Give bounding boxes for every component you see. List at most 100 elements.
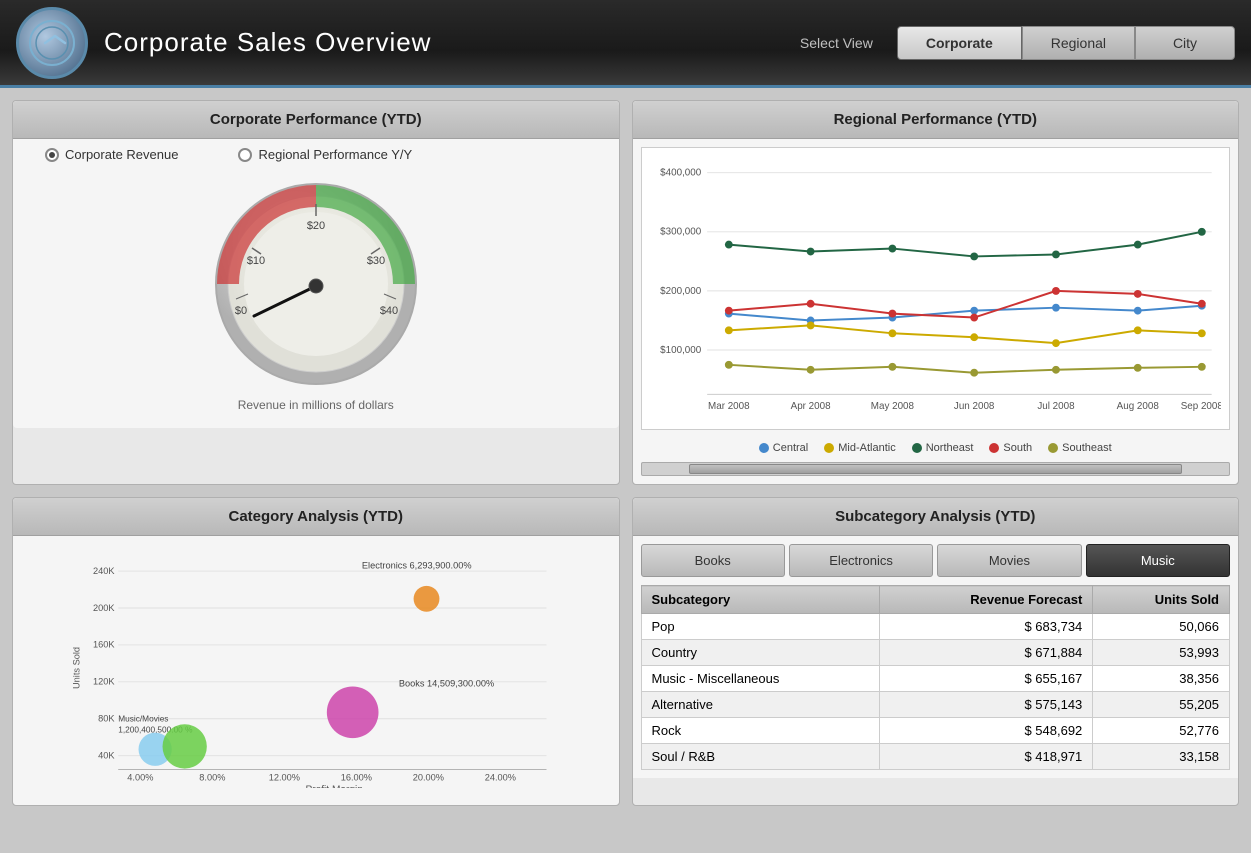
svg-text:$200,000: $200,000 xyxy=(660,286,702,297)
legend-southeast: Southeast xyxy=(1048,442,1112,454)
svg-text:May 2008: May 2008 xyxy=(870,401,914,412)
subcategory-analysis-title: Subcategory Analysis (YTD) xyxy=(633,498,1239,536)
tab-electronics[interactable]: Electronics xyxy=(789,544,933,577)
page-title: Corporate Sales Overview xyxy=(104,27,800,58)
table-row: Music - Miscellaneous$ 655,16738,356 xyxy=(641,666,1230,692)
corp-perf-panel: Corporate Performance (YTD) Corporate Re… xyxy=(12,100,620,485)
radio-corporate-revenue[interactable]: Corporate Revenue xyxy=(45,147,178,162)
svg-text:$0: $0 xyxy=(235,305,247,317)
svg-text:Profit Margin: Profit Margin xyxy=(305,785,362,788)
svg-text:80K: 80K xyxy=(98,714,115,724)
legend-dot-south xyxy=(989,443,999,453)
view-btn-city[interactable]: City xyxy=(1135,26,1235,60)
view-btn-regional[interactable]: Regional xyxy=(1022,26,1135,60)
cell-subcategory: Country xyxy=(641,640,880,666)
table-row: Pop$ 683,73450,066 xyxy=(641,614,1230,640)
cell-units: 38,356 xyxy=(1093,666,1230,692)
table-row: Rock$ 548,69252,776 xyxy=(641,718,1230,744)
legend-dot-southeast xyxy=(1048,443,1058,453)
cell-subcategory: Rock xyxy=(641,718,880,744)
svg-text:40K: 40K xyxy=(98,750,115,760)
legend-central: Central xyxy=(759,442,808,454)
category-analysis-title: Category Analysis (YTD) xyxy=(13,498,619,536)
svg-text:Mar 2008: Mar 2008 xyxy=(708,401,750,412)
svg-text:Apr 2008: Apr 2008 xyxy=(790,401,830,412)
col-revenue: Revenue Forecast xyxy=(880,586,1093,614)
view-btn-corporate[interactable]: Corporate xyxy=(897,26,1022,60)
gauge-svg: $20 $10 $30 $0 $40 xyxy=(206,174,426,394)
corp-perf-title: Corporate Performance (YTD) xyxy=(13,101,619,139)
corp-perf-body: Corporate Revenue Regional Performance Y… xyxy=(13,139,619,428)
cell-units: 55,205 xyxy=(1093,692,1230,718)
svg-text:$30: $30 xyxy=(367,255,385,267)
svg-text:4.00%: 4.00% xyxy=(127,773,153,783)
subcategory-analysis-panel: Subcategory Analysis (YTD) Books Electro… xyxy=(632,497,1240,806)
header: Corporate Sales Overview Select View Cor… xyxy=(0,0,1251,88)
cell-subcategory: Pop xyxy=(641,614,880,640)
scrollbar-thumb[interactable] xyxy=(689,464,1183,474)
cell-revenue: $ 683,734 xyxy=(880,614,1093,640)
subcat-table: Subcategory Revenue Forecast Units Sold … xyxy=(641,585,1231,770)
cell-subcategory: Music - Miscellaneous xyxy=(641,666,880,692)
svg-text:120K: 120K xyxy=(93,677,115,687)
svg-text:160K: 160K xyxy=(93,640,115,650)
cell-revenue: $ 418,971 xyxy=(880,744,1093,770)
svg-text:$20: $20 xyxy=(307,220,325,232)
svg-text:200K: 200K xyxy=(93,603,115,613)
col-units: Units Sold xyxy=(1093,586,1230,614)
tab-movies[interactable]: Movies xyxy=(937,544,1081,577)
subcat-tabs: Books Electronics Movies Music xyxy=(641,544,1231,577)
legend-dot-midatlantic xyxy=(824,443,834,453)
svg-text:24.00%: 24.00% xyxy=(485,773,516,783)
svg-text:Aug 2008: Aug 2008 xyxy=(1116,401,1159,412)
legend-south: South xyxy=(989,442,1032,454)
category-analysis-body: Units Sold 240K 200K 160K 120K 80K 40K 4… xyxy=(13,536,619,805)
radio-dot-1 xyxy=(45,148,59,162)
svg-text:$10: $10 xyxy=(247,255,265,267)
svg-text:$40: $40 xyxy=(380,305,398,317)
radio-row: Corporate Revenue Regional Performance Y… xyxy=(25,147,412,162)
tab-music[interactable]: Music xyxy=(1086,544,1230,577)
chart-legend: Central Mid-Atlantic Northeast South Sou… xyxy=(641,438,1231,458)
category-analysis-panel: Category Analysis (YTD) Units Sold 240K … xyxy=(12,497,620,806)
cell-revenue: $ 548,692 xyxy=(880,718,1093,744)
bubble-chart-svg: Units Sold 240K 200K 160K 120K 80K 40K 4… xyxy=(25,548,607,788)
cell-units: 52,776 xyxy=(1093,718,1230,744)
gauge: $20 $10 $30 $0 $40 xyxy=(206,174,426,394)
svg-text:$300,000: $300,000 xyxy=(660,227,702,238)
view-buttons: Corporate Regional City xyxy=(897,26,1235,60)
svg-text:$400,000: $400,000 xyxy=(660,168,702,179)
svg-text:Jul 2008: Jul 2008 xyxy=(1037,401,1075,412)
svg-text:Books 14,509,300.00%: Books 14,509,300.00% xyxy=(399,678,494,688)
gauge-label: Revenue in millions of dollars xyxy=(238,398,394,412)
regional-perf-body: $400,000 $300,000 $200,000 $100,000 Mar … xyxy=(633,139,1239,484)
cell-subcategory: Alternative xyxy=(641,692,880,718)
svg-text:Electronics 6,293,900.00%: Electronics 6,293,900.00% xyxy=(362,560,472,570)
chart-scrollbar[interactable] xyxy=(641,462,1231,476)
col-subcategory: Subcategory xyxy=(641,586,880,614)
main-content: Corporate Performance (YTD) Corporate Re… xyxy=(0,88,1251,818)
cell-revenue: $ 575,143 xyxy=(880,692,1093,718)
regional-perf-title: Regional Performance (YTD) xyxy=(633,101,1239,139)
svg-text:16.00%: 16.00% xyxy=(341,773,372,783)
svg-text:$100,000: $100,000 xyxy=(660,345,702,356)
svg-text:8.00%: 8.00% xyxy=(199,773,225,783)
table-row: Soul / R&B$ 418,97133,158 xyxy=(641,744,1230,770)
cell-units: 33,158 xyxy=(1093,744,1230,770)
cell-revenue: $ 671,884 xyxy=(880,640,1093,666)
line-chart-svg: $400,000 $300,000 $200,000 $100,000 Mar … xyxy=(650,156,1222,416)
cell-units: 53,993 xyxy=(1093,640,1230,666)
svg-text:20.00%: 20.00% xyxy=(413,773,444,783)
svg-text:12.00%: 12.00% xyxy=(269,773,300,783)
legend-dot-northeast xyxy=(912,443,922,453)
table-row: Alternative$ 575,14355,205 xyxy=(641,692,1230,718)
tab-books[interactable]: Books xyxy=(641,544,785,577)
legend-midatlantic: Mid-Atlantic xyxy=(824,442,895,454)
svg-text:Sep 2008: Sep 2008 xyxy=(1180,401,1221,412)
regional-perf-panel: Regional Performance (YTD) $400,000 $300… xyxy=(632,100,1240,485)
select-view-label: Select View xyxy=(800,35,873,51)
cell-units: 50,066 xyxy=(1093,614,1230,640)
cell-subcategory: Soul / R&B xyxy=(641,744,880,770)
radio-regional-yy[interactable]: Regional Performance Y/Y xyxy=(238,147,412,162)
svg-text:Jun 2008: Jun 2008 xyxy=(953,401,994,412)
